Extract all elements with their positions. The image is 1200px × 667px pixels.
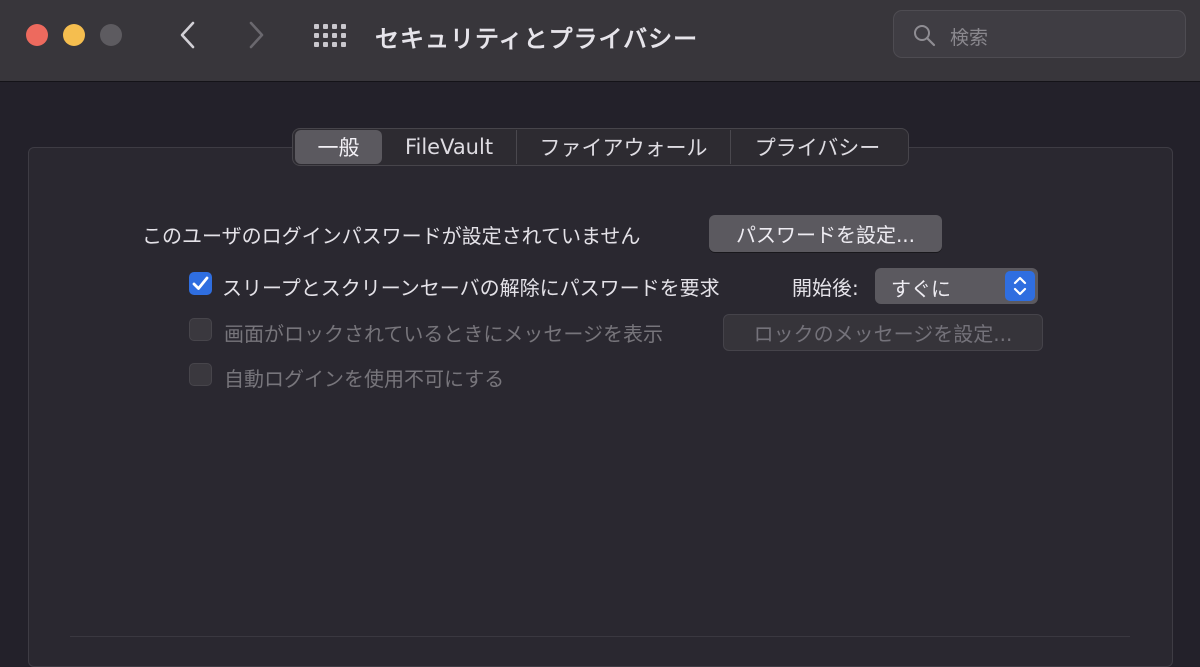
set-lock-message-button[interactable]: ロックのメッセージを設定... — [723, 314, 1043, 351]
password-delay-value: すぐに — [891, 277, 951, 301]
checkmark-icon — [192, 276, 209, 290]
require-password-label: スリープとスクリーンセーバの解除にパスワードを要求 — [222, 276, 720, 300]
window-title: セキュリティとプライバシー — [375, 25, 699, 53]
tab-privacy[interactable]: プライバシー — [730, 130, 904, 164]
chevron-right-icon — [249, 21, 264, 49]
show-all-button[interactable] — [312, 22, 348, 48]
close-window-button[interactable] — [26, 24, 48, 46]
minimize-window-button[interactable] — [63, 24, 85, 46]
start-after-label: 開始後: — [792, 276, 859, 300]
tab-general[interactable]: 一般 — [295, 130, 382, 164]
forward-button[interactable] — [238, 16, 274, 54]
up-down-chevron-icon — [1005, 271, 1035, 301]
title-bar: セキュリティとプライバシー 検索 — [0, 0, 1200, 82]
set-password-button[interactable]: パスワードを設定... — [709, 215, 942, 252]
tab-bar: 一般 FileVault ファイアウォール プライバシー — [292, 128, 909, 166]
search-field[interactable]: 検索 — [893, 10, 1186, 58]
show-lock-message-label: 画面がロックされているときにメッセージを表示 — [224, 322, 663, 346]
password-notice: このユーザのログインパスワードが設定されていません — [142, 224, 641, 248]
tab-filevault[interactable]: FileVault — [382, 130, 516, 164]
zoom-window-button[interactable] — [100, 24, 122, 46]
disable-auto-login-checkbox[interactable] — [189, 363, 212, 386]
disable-auto-login-label: 自動ログインを使用不可にする — [224, 367, 505, 391]
back-button[interactable] — [170, 16, 206, 54]
divider — [70, 636, 1130, 637]
show-lock-message-checkbox[interactable] — [189, 318, 212, 341]
require-password-checkbox[interactable] — [189, 272, 212, 295]
chevron-left-icon — [180, 21, 195, 49]
search-icon — [914, 25, 936, 47]
tab-firewall[interactable]: ファイアウォール — [516, 130, 730, 164]
password-delay-select[interactable]: すぐに — [875, 268, 1038, 304]
search-placeholder: 検索 — [950, 27, 989, 49]
